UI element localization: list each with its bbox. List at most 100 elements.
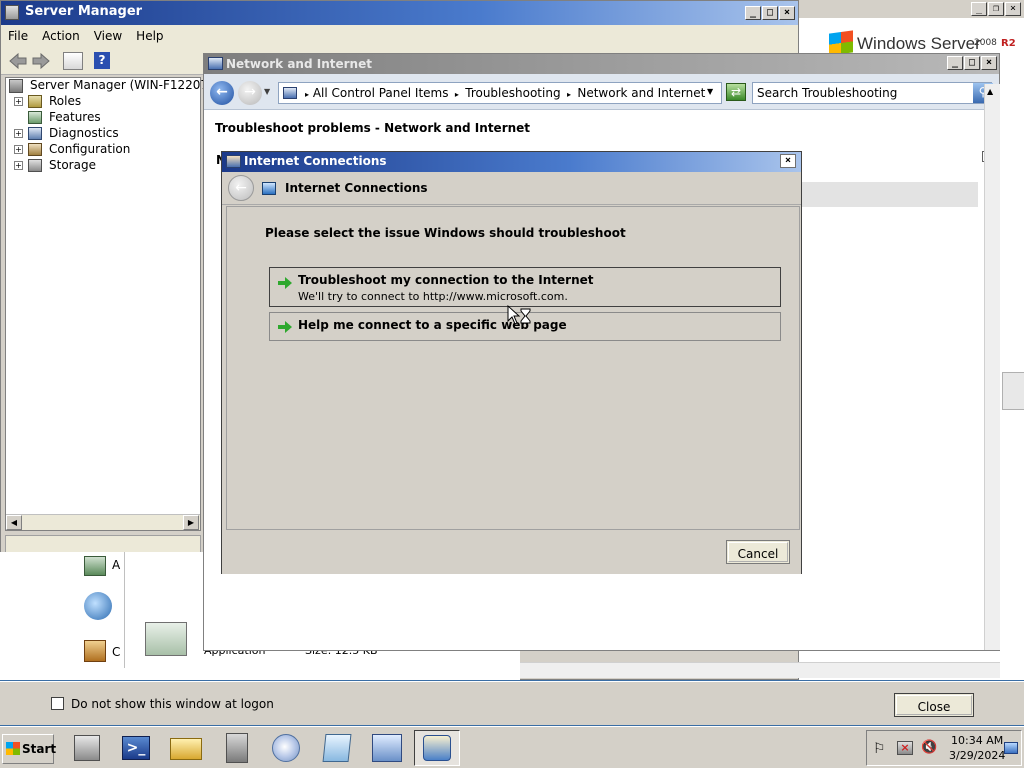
horizontal-scrollbar[interactable] xyxy=(520,662,1000,678)
expand-icon[interactable]: + xyxy=(14,161,23,170)
refresh-icon[interactable]: ⇄ xyxy=(726,83,746,101)
close-button[interactable]: × xyxy=(981,56,997,70)
navigation-tree: Server Manager (WIN-F12207B1EV + Roles F… xyxy=(5,77,240,531)
add-roles-icon[interactable] xyxy=(84,556,106,576)
back-button-icon[interactable]: ← xyxy=(228,175,254,201)
tree-horizontal-scrollbar[interactable]: ◀ ▶ xyxy=(6,514,200,530)
do-not-show-label[interactable]: Do not show this window at logon xyxy=(71,697,274,711)
option-troubleshoot-connection[interactable]: Troubleshoot my connection to the Intern… xyxy=(269,267,781,307)
dialog-close-button[interactable]: × xyxy=(780,154,796,168)
back-button-icon[interactable]: ← xyxy=(210,81,234,105)
media-taskbar-icon[interactable] xyxy=(264,730,310,766)
address-dropdown-icon[interactable]: ▼ xyxy=(707,87,713,96)
forward-arrow-icon[interactable] xyxy=(32,53,50,69)
dialog-titlebar[interactable]: Internet Connections × xyxy=(222,152,801,172)
volume-muted-icon[interactable]: 🔇 xyxy=(921,740,937,755)
green-arrow-icon xyxy=(278,277,292,289)
help-icon[interactable]: ? xyxy=(94,52,110,69)
powershell-taskbar-icon[interactable]: >_ xyxy=(114,730,160,766)
address-bar-area: ← → ▼ ▸ All Control Panel Items ▸ Troubl… xyxy=(204,74,999,110)
search-box[interactable]: ⚲ xyxy=(752,82,993,104)
maximize-button[interactable]: □ xyxy=(762,6,778,20)
tree-item-label: Features xyxy=(49,110,101,124)
maximize-button[interactable]: □ xyxy=(964,56,980,70)
scroll-right-button[interactable]: ▶ xyxy=(183,515,199,530)
close-button[interactable]: × xyxy=(779,6,795,20)
server-manager-taskbar-icon[interactable] xyxy=(64,730,110,766)
cancel-button[interactable]: Cancel xyxy=(726,540,790,564)
windows-logo-icon xyxy=(6,742,20,755)
expand-icon[interactable]: + xyxy=(14,97,23,106)
breadcrumb[interactable]: ▸ All Control Panel Items ▸ Troubleshoot… xyxy=(278,82,722,104)
features-icon xyxy=(28,111,42,124)
dialog-navigation: ← Internet Connections xyxy=(222,172,801,205)
system-tray: ⚐ × 🔇 10:34 AM 3/29/2024 xyxy=(866,730,1022,766)
scroll-left-button[interactable]: ◀ xyxy=(6,515,22,530)
search-input[interactable] xyxy=(753,83,973,103)
back-arrow-icon[interactable] xyxy=(9,53,27,69)
close-label: Close xyxy=(896,695,972,715)
prompt-text: Please select the issue Windows should t… xyxy=(265,226,626,240)
tools-taskbar-icon[interactable] xyxy=(214,730,260,766)
background-window-titlebar[interactable]: _ ❐ × xyxy=(799,0,1024,18)
option-title: Troubleshoot my connection to the Intern… xyxy=(298,273,594,287)
action-center-flag-icon[interactable]: ⚐ xyxy=(873,741,886,757)
show-desktop-icon[interactable] xyxy=(1004,742,1018,754)
dialog-title: Internet Connections xyxy=(244,154,387,168)
option-subtitle: We'll try to connect to http://www.micro… xyxy=(298,290,568,303)
logo-year: 2008 xyxy=(974,38,997,48)
internet-connections-icon xyxy=(262,182,276,195)
menu-help[interactable]: Help xyxy=(129,25,170,43)
forward-button-icon[interactable]: → xyxy=(238,81,262,105)
breadcrumb-network-and-internet[interactable]: Network and Internet xyxy=(577,86,705,100)
restore-button[interactable]: ❐ xyxy=(988,2,1004,16)
minimize-button[interactable]: _ xyxy=(971,2,987,16)
minimize-button[interactable]: _ xyxy=(947,56,963,70)
do-not-show-checkbox[interactable] xyxy=(51,697,64,710)
menu-file[interactable]: File xyxy=(1,25,35,43)
tree-item-label: Configuration xyxy=(49,142,131,156)
tree-item-label: Diagnostics xyxy=(49,126,119,140)
expand-icon[interactable]: + xyxy=(14,129,23,138)
dialog-footer: Cancel xyxy=(222,530,801,574)
close-button[interactable]: × xyxy=(1005,2,1021,16)
application-thumbnail-icon xyxy=(145,622,187,656)
close-button[interactable]: Close xyxy=(894,693,974,717)
logo-text: Windows Server xyxy=(857,34,981,53)
highlighted-row[interactable] xyxy=(802,182,978,207)
scroll-up-button[interactable]: ▲ xyxy=(987,87,993,96)
tree-item-label: Storage xyxy=(49,158,96,172)
internet-connections-dialog: Internet Connections × ← Internet Connec… xyxy=(221,151,802,574)
notepad-taskbar-icon[interactable] xyxy=(314,730,360,766)
partial-label-a: A xyxy=(112,558,121,572)
minimize-button[interactable]: _ xyxy=(745,6,761,20)
expand-icon[interactable]: + xyxy=(14,145,23,154)
explorer-taskbar-icon[interactable] xyxy=(164,730,210,766)
menu-action[interactable]: Action xyxy=(35,25,87,43)
network-error-icon[interactable]: × xyxy=(897,741,913,755)
background-scrollbar[interactable] xyxy=(1002,372,1024,410)
configure-icon[interactable] xyxy=(84,640,106,662)
tree-item-label: Roles xyxy=(49,94,82,108)
dialog-content: Please select the issue Windows should t… xyxy=(226,206,800,530)
network-computer-icon[interactable] xyxy=(84,592,112,620)
troubleshooter-icon xyxy=(226,155,241,168)
control-panel-small-icon xyxy=(283,87,297,99)
network-taskbar-icon[interactable] xyxy=(364,730,410,766)
start-button[interactable]: Start xyxy=(2,734,56,764)
breadcrumb-all-control-panel-items[interactable]: All Control Panel Items xyxy=(313,86,449,100)
recent-pages-dropdown-icon[interactable]: ▼ xyxy=(264,87,270,96)
diagnostics-icon xyxy=(28,127,42,140)
menu-view[interactable]: View xyxy=(87,25,129,43)
troubleshooter-taskbar-icon[interactable] xyxy=(414,730,460,766)
roles-icon xyxy=(28,95,42,108)
clock-date[interactable]: 3/29/2024 xyxy=(949,749,1005,762)
vertical-scrollbar[interactable]: ▲ xyxy=(984,84,1000,650)
storage-icon xyxy=(28,159,42,172)
clock-time[interactable]: 10:34 AM xyxy=(951,734,1003,747)
network-internet-titlebar[interactable]: Network and Internet _ □ × xyxy=(204,54,999,74)
breadcrumb-troubleshooting[interactable]: Troubleshooting xyxy=(465,86,560,100)
show-hide-tree-icon[interactable] xyxy=(63,52,83,70)
logon-options-bar: Do not show this window at logon Close xyxy=(0,681,1024,725)
server-manager-titlebar[interactable]: Server Manager _ □ × xyxy=(1,1,799,25)
